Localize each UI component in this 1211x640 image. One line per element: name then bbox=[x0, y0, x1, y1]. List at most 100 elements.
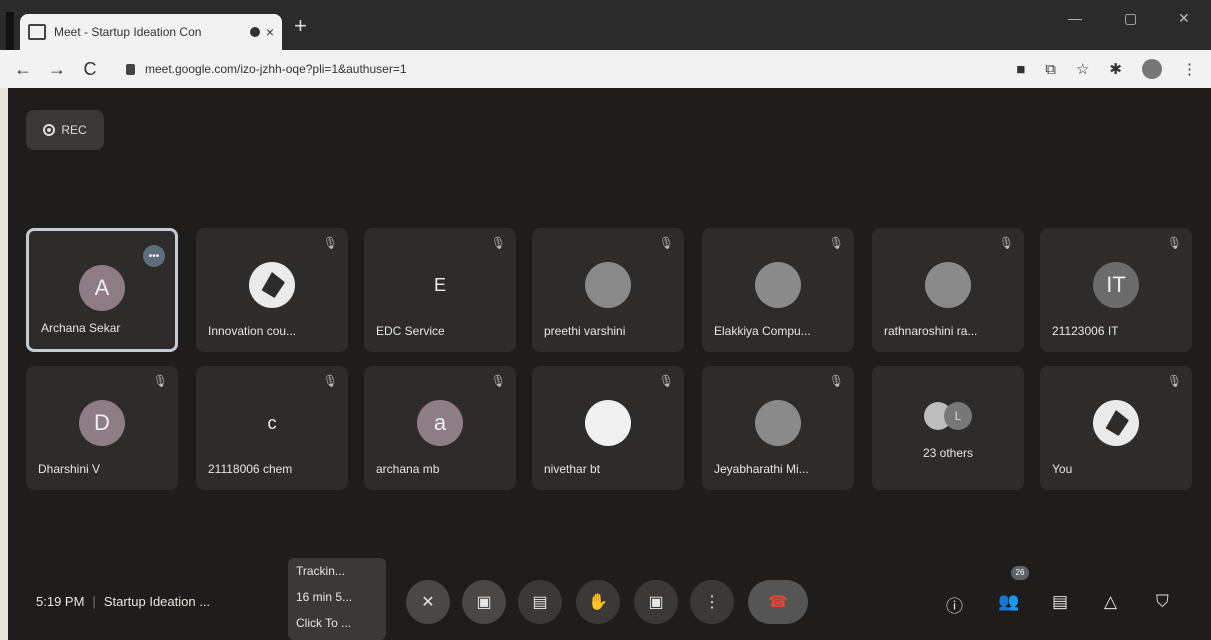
share-page-icon[interactable]: ⧉ bbox=[1045, 61, 1056, 78]
participant-name: preethi varshini bbox=[544, 324, 626, 338]
camera-off-button[interactable]: ▣ bbox=[462, 580, 506, 624]
participant-tile[interactable]: 🎙 D Dharshini V bbox=[26, 366, 178, 490]
avatar bbox=[1093, 400, 1139, 446]
tracking-line-1: Trackin... bbox=[296, 564, 345, 578]
participant-name: nivethar bt bbox=[544, 462, 601, 476]
captions-icon: ▤ bbox=[532, 594, 548, 611]
participant-tile[interactable]: 🎙 Elakkiya Compu... bbox=[702, 228, 854, 352]
participant-name: Jeyabharathi Mi... bbox=[714, 462, 809, 476]
mic-muted-icon: 🎙 bbox=[490, 374, 506, 388]
participant-tile[interactable]: 🎙 a archana mb bbox=[364, 366, 516, 490]
mic-muted-icon: 🎙 bbox=[998, 236, 1014, 250]
camera-icon[interactable]: ■ bbox=[1016, 61, 1025, 78]
participant-name: 21118006 chem bbox=[208, 462, 293, 476]
forward-icon[interactable]: → bbox=[48, 59, 66, 80]
participant-tile[interactable]: 🎙 IT 21123006 IT bbox=[1040, 228, 1192, 352]
participant-name: EDC Service bbox=[376, 324, 445, 338]
mic-muted-icon: 🎙 bbox=[828, 236, 844, 250]
time: 5:19 PM bbox=[36, 594, 85, 609]
mic-muted-icon: 🎙 bbox=[658, 236, 674, 250]
participant-tile[interactable]: L 23 others bbox=[872, 366, 1024, 490]
avatar: L bbox=[944, 402, 972, 430]
participant-tile[interactable]: 🎙 c 21118006 chem bbox=[196, 366, 348, 490]
profile-avatar[interactable] bbox=[1142, 59, 1162, 79]
close-window-icon[interactable]: ✕ bbox=[1178, 10, 1190, 27]
mic-off-button[interactable]: ✕ bbox=[406, 580, 450, 624]
participant-tile[interactable]: 🎙 rathnaroshini ra... bbox=[872, 228, 1024, 352]
tab-close-icon[interactable]: × bbox=[266, 24, 274, 40]
tab-title: Meet - Startup Ideation Con bbox=[54, 25, 202, 39]
avatar: A bbox=[79, 265, 125, 311]
participant-tile[interactable]: 🎙 Innovation cou... bbox=[196, 228, 348, 352]
raise-hand-button[interactable]: ✋ bbox=[576, 580, 620, 624]
avatar: c bbox=[267, 412, 277, 433]
participant-name: Innovation cou... bbox=[208, 324, 297, 338]
star-icon[interactable]: ☆ bbox=[1076, 60, 1089, 78]
mic-muted-icon: 🎙 bbox=[1166, 374, 1182, 388]
more-options-button[interactable]: ⋮ bbox=[690, 580, 734, 624]
lock-icon[interactable] bbox=[126, 63, 135, 75]
participant-tile[interactable]: 🎙 preethi varshini bbox=[532, 228, 684, 352]
back-icon[interactable]: ← bbox=[14, 59, 32, 80]
avatar bbox=[585, 400, 631, 446]
participant-name: Elakkiya Compu... bbox=[714, 324, 811, 338]
participant-name: 23 others bbox=[922, 446, 974, 460]
chat-icon[interactable]: ▤ bbox=[1052, 592, 1068, 612]
tracking-line-3[interactable]: Click To ... bbox=[296, 610, 386, 636]
more-options-icon: ⋮ bbox=[704, 594, 720, 611]
url-field[interactable]: meet.google.com/izo-jzhh-oqe?pli=1&authu… bbox=[145, 62, 996, 76]
participant-tile[interactable]: 🎙 E EDC Service bbox=[364, 228, 516, 352]
people-icon[interactable]: 👥 bbox=[998, 592, 1019, 612]
new-tab-button[interactable]: + bbox=[294, 15, 307, 37]
browser-tab[interactable]: Meet - Startup Ideation Con × bbox=[20, 14, 282, 50]
hang-up-button[interactable]: ☎ bbox=[748, 580, 808, 624]
camera-off-icon: ▣ bbox=[476, 594, 492, 611]
window-edge bbox=[6, 12, 14, 50]
captions-button[interactable]: ▤ bbox=[518, 580, 562, 624]
separator: | bbox=[92, 594, 96, 609]
avatar: IT bbox=[1093, 262, 1139, 308]
participant-name: rathnaroshini ra... bbox=[884, 324, 978, 338]
activities-icon[interactable]: △ bbox=[1104, 592, 1117, 612]
avatar bbox=[755, 262, 801, 308]
participant-tile[interactable]: 🎙 You bbox=[1040, 366, 1192, 490]
mic-muted-icon: 🎙 bbox=[490, 236, 506, 250]
mic-muted-icon: 🎙 bbox=[1166, 236, 1182, 250]
tracking-extension-popup[interactable]: Trackin... 16 min 5... Click To ... bbox=[288, 558, 386, 640]
participant-tile[interactable]: ••• A Archana Sekar bbox=[26, 228, 178, 352]
maximize-icon[interactable]: ▢ bbox=[1124, 10, 1137, 27]
mic-muted-icon: 🎙 bbox=[828, 374, 844, 388]
participant-tile[interactable]: 🎙 nivethar bt bbox=[532, 366, 684, 490]
menu-icon[interactable]: ⋮ bbox=[1182, 60, 1197, 78]
mic-muted-icon: 🎙 bbox=[152, 374, 168, 388]
info-icon[interactable]: ⓘ bbox=[946, 592, 963, 617]
meeting-title: Startup Ideation ... bbox=[103, 594, 211, 609]
participant-name: You bbox=[1052, 462, 1073, 476]
participant-tile[interactable]: 🎙 Jeyabharathi Mi... bbox=[702, 366, 854, 490]
avatar bbox=[249, 262, 295, 308]
mic-muted-icon: 🎙 bbox=[322, 236, 338, 250]
mic-muted-icon: 🎙 bbox=[658, 374, 674, 388]
minimize-icon[interactable]: — bbox=[1068, 10, 1082, 26]
hang-up-icon: ☎ bbox=[768, 594, 788, 611]
mic-off-icon: ✕ bbox=[421, 594, 435, 611]
recording-indicator[interactable]: REC bbox=[26, 110, 104, 150]
meet-favicon-icon bbox=[28, 24, 46, 40]
participant-name: Dharshini V bbox=[38, 462, 101, 476]
raise-hand-icon: ✋ bbox=[588, 594, 608, 611]
participant-name: Archana Sekar bbox=[41, 321, 121, 335]
control-bar: 5:19 PM | Startup Ideation ... Trackin... … bbox=[8, 558, 1211, 640]
meeting-clock: 5:19 PM | Startup Ideation ... bbox=[36, 594, 210, 609]
host-controls-icon[interactable]: ⛉ bbox=[1156, 592, 1169, 612]
extensions-icon[interactable]: ✱ bbox=[1109, 60, 1122, 78]
avatar: D bbox=[79, 400, 125, 446]
avatar: E bbox=[433, 274, 446, 295]
meeting-stage: REC ••• A Archana Sekar 🎙 Innovation cou... 🎙… bbox=[8, 88, 1211, 640]
present-button[interactable]: ▣ bbox=[634, 580, 678, 624]
record-icon bbox=[43, 124, 56, 136]
reload-icon[interactable]: C bbox=[82, 59, 98, 80]
tracking-line-2: 16 min 5... bbox=[296, 590, 353, 604]
avatar: a bbox=[417, 400, 463, 446]
participant-count-badge: 26 bbox=[1011, 566, 1029, 580]
participant-name: 21123006 IT bbox=[1052, 324, 1119, 338]
